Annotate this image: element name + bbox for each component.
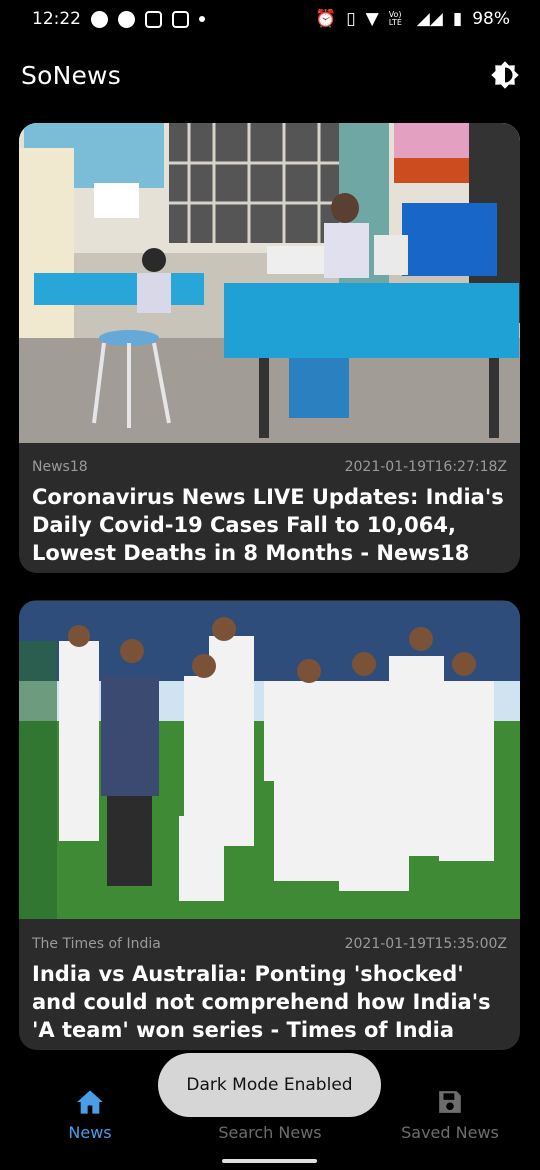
app-bar: SoNews <box>0 38 540 112</box>
article-card[interactable]: The Times of India 2021-01-19T15:35:00Z … <box>19 600 520 1050</box>
article-timestamp: 2021-01-19T15:35:00Z <box>344 936 507 952</box>
article-source: The Times of India <box>32 936 161 952</box>
alarm-icon: ⏰ <box>315 9 337 29</box>
nav-label: News <box>68 1123 112 1142</box>
instagram-icon <box>145 10 162 28</box>
article-meta: The Times of India 2021-01-19T15:35:00Z <box>19 920 520 952</box>
app-title: SoNews <box>21 60 121 90</box>
article-title: India vs Australia: Ponting 'shocked' an… <box>32 962 491 1042</box>
battery-icon: ▮ <box>452 9 463 29</box>
network-label: Vo) LTE <box>388 10 402 27</box>
signal-icon: ◢◢ <box>416 9 443 29</box>
wifi-icon: ▼ <box>365 9 379 29</box>
status-right: ⏰ ▯ ▼ Vo) LTE ◢◢ ▮ 98% <box>315 9 510 29</box>
home-indicator[interactable] <box>222 1159 317 1163</box>
status-left: 12:22 <box>32 9 205 29</box>
theme-toggle-button[interactable] <box>488 58 522 92</box>
save-icon <box>437 1087 463 1117</box>
article-title: Coronavirus News LIVE Updates: India's D… <box>32 485 504 565</box>
nav-label: Search News <box>218 1123 322 1142</box>
article-timestamp: 2021-01-19T16:27:18Z <box>344 459 507 475</box>
telegram-icon <box>118 10 135 28</box>
toast-message: Dark Mode Enabled <box>158 1053 381 1117</box>
battery-percent: 98% <box>472 9 510 29</box>
article-image <box>19 123 520 443</box>
notification-icon <box>91 10 108 28</box>
article-card[interactable]: News18 2021-01-19T16:27:18Z Coronavirus … <box>19 123 520 573</box>
status-time: 12:22 <box>32 9 81 29</box>
nav-item-saved[interactable]: Saved News <box>360 1087 540 1142</box>
vibrate-icon: ▯ <box>346 9 356 29</box>
status-bar: 12:22 ⏰ ▯ ▼ Vo) LTE ◢◢ ▮ 98% <box>0 0 540 38</box>
article-meta: News18 2021-01-19T16:27:18Z <box>19 443 520 475</box>
more-notifications-icon <box>199 16 205 22</box>
nav-label: Saved News <box>401 1123 499 1142</box>
article-source: News18 <box>32 459 88 475</box>
snapchat-icon <box>172 10 189 28</box>
brightness-icon <box>491 61 519 89</box>
nav-item-news[interactable]: News <box>0 1087 180 1142</box>
home-icon <box>76 1087 104 1117</box>
article-image <box>19 601 520 919</box>
